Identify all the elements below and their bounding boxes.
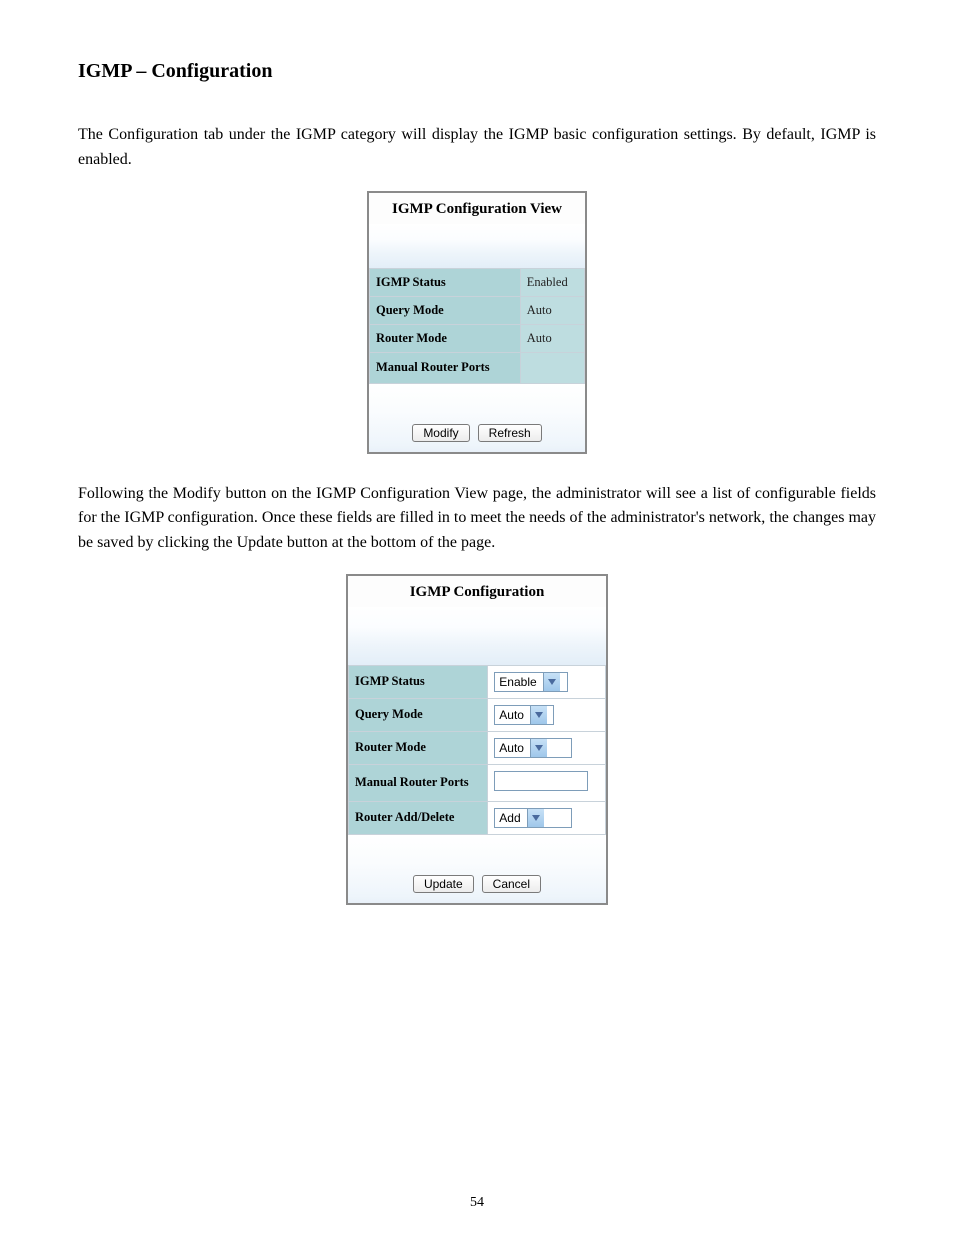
manual-router-ports-input[interactable] [494,771,588,791]
igmp-status-select[interactable]: Enable [494,672,568,692]
chevron-down-icon [543,673,560,691]
table-row: Router Add/Delete Add [349,801,606,834]
igmp-view-panel: IGMP Configuration View IGMP Status Enab… [367,191,587,454]
igmp-status-select-value: Enable [495,673,542,691]
update-button[interactable]: Update [413,875,474,893]
table-row: Router Mode Auto [370,324,585,352]
row-label-query-mode: Query Mode [349,698,488,731]
modify-button[interactable]: Modify [412,424,469,442]
figure-igmp-view: IGMP Configuration View IGMP Status Enab… [78,191,876,454]
table-row: IGMP Status Enable [349,665,606,698]
chevron-down-icon [527,809,544,827]
row-value-manual-ports [520,352,584,383]
router-mode-select-value: Auto [495,739,530,757]
panel-gradient [348,607,606,665]
table-row: Manual Router Ports [349,764,606,801]
page-number: 54 [0,1195,954,1211]
igmp-config-table: IGMP Status Enable Query Mode [348,665,606,835]
router-add-delete-select-value: Add [495,809,526,827]
row-label-igmp-status: IGMP Status [349,665,488,698]
row-label-manual-ports: Manual Router Ports [349,764,488,801]
query-mode-select-value: Auto [495,706,530,724]
table-row: Router Mode Auto [349,731,606,764]
igmp-view-title: IGMP Configuration View [369,197,585,224]
router-mode-select[interactable]: Auto [494,738,572,758]
table-row: Query Mode Auto [370,296,585,324]
middle-paragraph: Following the Modify button on the IGMP … [78,482,876,556]
row-label-router-mode: Router Mode [349,731,488,764]
panel-button-row: Update Cancel [348,835,606,903]
row-value-igmp-status: Enabled [520,268,584,296]
table-row: Query Mode Auto [349,698,606,731]
chevron-down-icon [530,739,547,757]
row-label-query-mode: Query Mode [370,296,521,324]
chevron-down-icon [530,706,547,724]
panel-gradient [369,224,585,268]
row-input-igmp-status: Enable [488,665,606,698]
document-page: IGMP – Configuration The Configuration t… [0,0,954,1235]
table-row: Manual Router Ports [370,352,585,383]
row-input-router-mode: Auto [488,731,606,764]
row-input-manual-ports [488,764,606,801]
igmp-config-title: IGMP Configuration [348,580,606,607]
row-input-router-add-delete: Add [488,801,606,834]
row-value-router-mode: Auto [520,324,584,352]
section-heading: IGMP – Configuration [78,60,876,83]
igmp-view-table: IGMP Status Enabled Query Mode Auto Rout… [369,268,585,384]
intro-paragraph: The Configuration tab under the IGMP cat… [78,123,876,173]
refresh-button[interactable]: Refresh [478,424,542,442]
row-label-router-mode: Router Mode [370,324,521,352]
igmp-config-panel: IGMP Configuration IGMP Status Enable [346,574,608,905]
query-mode-select[interactable]: Auto [494,705,554,725]
row-label-router-add-delete: Router Add/Delete [349,801,488,834]
row-label-igmp-status: IGMP Status [370,268,521,296]
panel-button-row: Modify Refresh [369,384,585,452]
table-row: IGMP Status Enabled [370,268,585,296]
cancel-button[interactable]: Cancel [482,875,541,893]
figure-igmp-config: IGMP Configuration IGMP Status Enable [78,574,876,905]
row-label-manual-ports: Manual Router Ports [370,352,521,383]
row-value-query-mode: Auto [520,296,584,324]
router-add-delete-select[interactable]: Add [494,808,572,828]
row-input-query-mode: Auto [488,698,606,731]
